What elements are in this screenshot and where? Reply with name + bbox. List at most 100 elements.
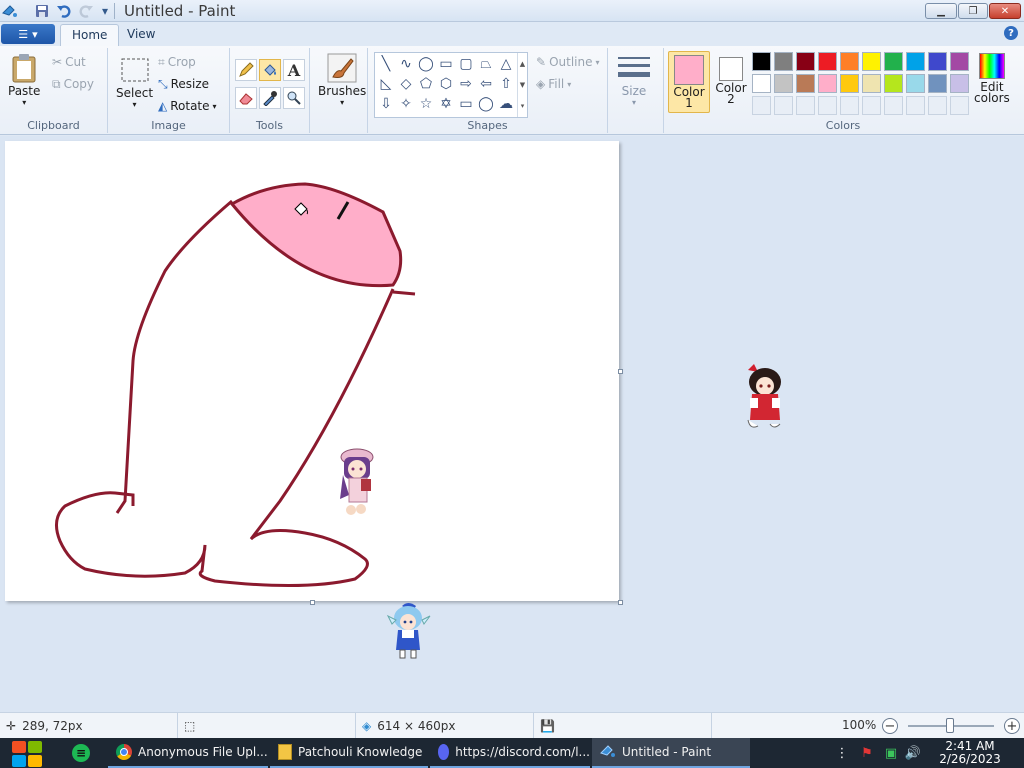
four-point-star-shape-icon[interactable]: ✧ xyxy=(396,94,416,114)
palette-custom-slot[interactable] xyxy=(884,96,903,115)
zoom-slider-thumb[interactable] xyxy=(946,718,954,733)
tab-view[interactable]: View xyxy=(116,24,166,46)
palette-color-swatch[interactable] xyxy=(884,52,903,71)
palette-custom-slot[interactable] xyxy=(752,96,771,115)
flag-icon[interactable]: ⚑ xyxy=(856,738,878,768)
palette-custom-slot[interactable] xyxy=(774,96,793,115)
rounded-callout-shape-icon[interactable]: ▭ xyxy=(456,94,476,114)
palette-color-swatch[interactable] xyxy=(928,52,947,71)
palette-color-swatch[interactable] xyxy=(862,74,881,93)
left-arrow-shape-icon[interactable]: ⇦ xyxy=(476,74,496,94)
palette-color-swatch[interactable] xyxy=(862,52,881,71)
spotify-icon[interactable]: ≡ xyxy=(72,744,90,762)
cut-button[interactable]: ✂ Cut xyxy=(52,53,86,71)
palette-custom-slot[interactable] xyxy=(906,96,925,115)
line-shape-icon[interactable]: ╲ xyxy=(376,54,396,74)
diamond-shape-icon[interactable]: ◇ xyxy=(396,74,416,94)
palette-color-swatch[interactable] xyxy=(752,74,771,93)
up-arrow-shape-icon[interactable]: ⇧ xyxy=(496,74,516,94)
paste-button[interactable]: Paste ▾ xyxy=(8,52,40,107)
customize-dropdown-icon[interactable]: ▾ xyxy=(97,3,113,19)
palette-color-swatch[interactable] xyxy=(840,74,859,93)
resize-button[interactable]: ⤡ Resize xyxy=(158,75,209,93)
close-button[interactable]: ✕ xyxy=(989,3,1021,19)
paste-dropdown-icon[interactable]: ▾ xyxy=(22,98,26,107)
resize-handle-right[interactable] xyxy=(618,369,623,374)
palette-custom-slot[interactable] xyxy=(818,96,837,115)
paint-app-icon[interactable] xyxy=(2,3,18,19)
clock[interactable]: 2:41 AM 2/26/2023 xyxy=(930,740,1010,766)
fill-bucket-icon[interactable] xyxy=(259,59,281,81)
rotate-button[interactable]: ◭ Rotate ▾ xyxy=(158,97,217,115)
text-icon[interactable]: A xyxy=(283,59,305,81)
drawing-canvas[interactable] xyxy=(5,141,619,601)
six-point-star-shape-icon[interactable]: ✡ xyxy=(436,94,456,114)
tab-home[interactable]: Home xyxy=(60,24,120,46)
cloud-callout-shape-icon[interactable]: ☁ xyxy=(496,94,516,114)
zoom-out-button[interactable]: − xyxy=(882,718,898,734)
right-triangle-shape-icon[interactable]: ◺ xyxy=(376,74,396,94)
scroll-down-icon[interactable]: ▼ xyxy=(520,81,525,89)
hexagon-shape-icon[interactable]: ⬡ xyxy=(436,74,456,94)
brushes-button[interactable]: Brushes ▾ xyxy=(318,52,366,107)
color-picker-icon[interactable] xyxy=(259,87,281,109)
taskbar-item-folder[interactable]: Patchouli Knowledge xyxy=(270,738,428,768)
rounded-rectangle-shape-icon[interactable]: ▢ xyxy=(456,54,476,74)
select-dropdown-icon[interactable]: ▾ xyxy=(133,100,137,109)
polygon-shape-icon[interactable]: ⏢ xyxy=(476,54,496,74)
palette-color-swatch[interactable] xyxy=(796,52,815,71)
scroll-up-icon[interactable]: ▲ xyxy=(520,60,525,68)
app-menu-button[interactable]: ☰ ▾ xyxy=(1,24,55,44)
copy-button[interactable]: ⧉ Copy xyxy=(52,75,94,93)
pentagon-shape-icon[interactable]: ⬠ xyxy=(416,74,436,94)
palette-color-swatch[interactable] xyxy=(906,52,925,71)
magnifier-icon[interactable] xyxy=(283,87,305,109)
tray-overflow-icon[interactable]: ⋮ xyxy=(834,738,850,768)
restore-button[interactable]: ❐ xyxy=(958,3,988,19)
palette-custom-slot[interactable] xyxy=(950,96,969,115)
outline-button[interactable]: ✎ Outline ▾ xyxy=(536,53,600,71)
color2-button[interactable]: Color 2 xyxy=(710,51,752,113)
start-button[interactable] xyxy=(10,740,42,767)
color1-button[interactable]: Color 1 xyxy=(668,51,710,113)
zoom-in-button[interactable]: + xyxy=(1004,718,1020,734)
five-point-star-shape-icon[interactable]: ☆ xyxy=(416,94,436,114)
oval-shape-icon[interactable]: ◯ xyxy=(416,54,436,74)
palette-custom-slot[interactable] xyxy=(928,96,947,115)
redo-icon[interactable] xyxy=(78,3,94,19)
palette-color-swatch[interactable] xyxy=(906,74,925,93)
palette-color-swatch[interactable] xyxy=(818,52,837,71)
edit-colors-button[interactable]: Edit colors xyxy=(974,50,1010,104)
scroll-expand-icon[interactable]: ▾ xyxy=(521,102,525,110)
eraser-icon[interactable] xyxy=(235,87,257,109)
palette-custom-slot[interactable] xyxy=(862,96,881,115)
taskbar-item-chrome[interactable]: Anonymous File Upl... xyxy=(108,738,268,768)
taskbar-item-discord[interactable]: https://discord.com/l... xyxy=(430,738,590,768)
palette-color-swatch[interactable] xyxy=(774,74,793,93)
oval-callout-shape-icon[interactable]: ◯ xyxy=(476,94,496,114)
rectangle-shape-icon[interactable]: ▭ xyxy=(436,54,456,74)
save-icon[interactable] xyxy=(34,3,50,19)
network-icon[interactable]: ▣ xyxy=(880,738,902,768)
undo-icon[interactable] xyxy=(56,3,72,19)
crop-button[interactable]: ⌗ Crop xyxy=(158,53,196,71)
palette-color-swatch[interactable] xyxy=(840,52,859,71)
right-arrow-shape-icon[interactable]: ⇨ xyxy=(456,74,476,94)
size-button[interactable]: Size ▾ xyxy=(618,52,650,107)
palette-color-swatch[interactable] xyxy=(928,74,947,93)
down-arrow-shape-icon[interactable]: ⇩ xyxy=(376,94,396,114)
palette-color-swatch[interactable] xyxy=(796,74,815,93)
palette-color-swatch[interactable] xyxy=(774,52,793,71)
pencil-icon[interactable] xyxy=(235,59,257,81)
palette-color-swatch[interactable] xyxy=(950,74,969,93)
palette-custom-slot[interactable] xyxy=(796,96,815,115)
select-button[interactable]: Select ▾ xyxy=(116,54,153,109)
shapes-scrollbar[interactable]: ▲ ▼ ▾ xyxy=(517,53,527,117)
palette-color-swatch[interactable] xyxy=(884,74,903,93)
palette-color-swatch[interactable] xyxy=(950,52,969,71)
minimize-button[interactable]: ▁ xyxy=(925,3,957,19)
help-icon[interactable]: ? xyxy=(1004,26,1018,40)
volume-icon[interactable]: 🔊 xyxy=(902,738,924,768)
palette-color-swatch[interactable] xyxy=(752,52,771,71)
palette-custom-slot[interactable] xyxy=(840,96,859,115)
